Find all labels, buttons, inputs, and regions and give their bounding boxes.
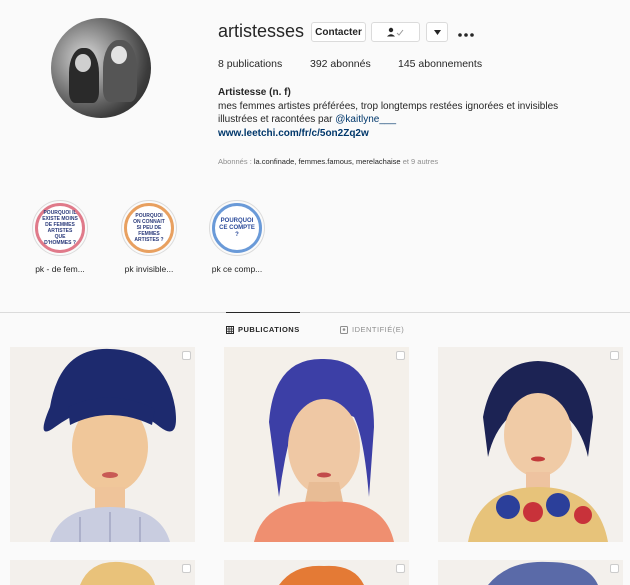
profile-avatar[interactable]	[51, 18, 151, 118]
post-thumbnail[interactable]	[224, 560, 409, 585]
active-tab-indicator	[226, 312, 300, 313]
tab-publications[interactable]: PUBLICATIONS	[226, 325, 300, 334]
highlight-label: pk invisible...	[124, 264, 174, 274]
post-thumbnail[interactable]	[438, 560, 623, 585]
posts-count: 8 publications	[218, 58, 283, 70]
portrait-illustration-2	[224, 347, 409, 542]
ellipsis-icon	[458, 33, 474, 37]
bio-line-2: illustrées et racontées par @kaitlyne___	[218, 114, 397, 125]
highlight-item[interactable]: POURQUOI IL EXISTE MOINS DE FEMMES ARTIS…	[32, 200, 88, 274]
more-options-button[interactable]	[458, 24, 474, 40]
highlight-cover: POURQUOI IL EXISTE MOINS DE FEMMES ARTIS…	[35, 203, 85, 253]
highlight-item[interactable]: POURQUOI ON CONNAIT SI PEU DE FEMMES ART…	[121, 200, 177, 274]
portrait-illustration-4	[10, 560, 195, 585]
portrait-illustration-5	[224, 560, 409, 585]
select-checkbox[interactable]	[396, 564, 405, 573]
bio-mention-link[interactable]: @kaitlyne___	[335, 114, 396, 125]
person-check-icon	[386, 27, 403, 37]
bio-website-link[interactable]: www.leetchi.com/fr/c/5on2Zq2w	[218, 127, 598, 141]
followers-count[interactable]: 392 abonnés	[310, 58, 371, 70]
bio-line-1: mes femmes artistes préférées, trop long…	[218, 100, 559, 112]
suggestions-dropdown-button[interactable]	[426, 22, 448, 42]
followed-by[interactable]: Abonnés : la.confinade, femmes.famous, m…	[218, 157, 438, 166]
following-count[interactable]: 145 abonnements	[398, 58, 482, 70]
tab-tagged[interactable]: IDENTIFIÉ(E)	[340, 325, 404, 334]
tabs-divider	[0, 312, 630, 313]
highlight-label: pk - de fem...	[35, 264, 85, 274]
portrait-illustration-6	[438, 560, 623, 585]
contact-button[interactable]: Contacter	[311, 22, 366, 42]
profile-bio: Artistesse (n. f) mes femmes artistes pr…	[218, 86, 598, 140]
grid-icon	[226, 325, 234, 334]
caret-down-icon	[433, 29, 441, 35]
tagged-portrait-icon	[340, 325, 348, 334]
post-thumbnail[interactable]	[438, 347, 623, 542]
highlight-item[interactable]: POURQUOI CE COMPTE ? pk ce comp...	[209, 200, 265, 274]
post-thumbnail[interactable]	[224, 347, 409, 542]
select-checkbox[interactable]	[610, 564, 619, 573]
portrait-illustration-1	[10, 347, 195, 542]
highlight-label: pk ce comp...	[211, 264, 263, 274]
select-checkbox[interactable]	[182, 564, 191, 573]
post-thumbnail[interactable]	[10, 560, 195, 585]
bio-name: Artistesse (n. f)	[218, 87, 291, 98]
select-checkbox[interactable]	[396, 351, 405, 360]
avatar-face-right	[111, 46, 127, 64]
profile-username: artistesses	[218, 21, 305, 41]
select-checkbox[interactable]	[610, 351, 619, 360]
select-checkbox[interactable]	[182, 351, 191, 360]
highlight-cover: POURQUOI ON CONNAIT SI PEU DE FEMMES ART…	[124, 203, 174, 253]
post-thumbnail[interactable]	[10, 347, 195, 542]
portrait-illustration-3	[438, 347, 623, 542]
following-button[interactable]	[371, 22, 420, 42]
avatar-face-left	[75, 54, 91, 72]
highlight-cover: POURQUOI CE COMPTE ?	[212, 203, 262, 253]
